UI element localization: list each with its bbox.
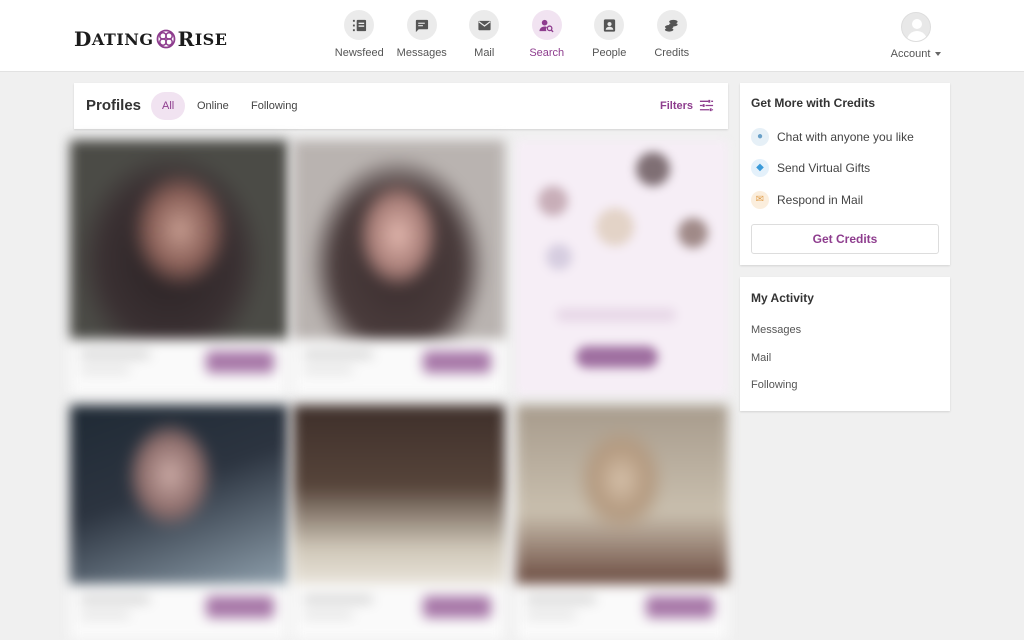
nav-label: Newsfeed [334,47,384,59]
filters-label: Filters [659,99,693,112]
activity-link-following[interactable]: Following [751,379,797,391]
activity-link-mail[interactable]: Mail [751,352,771,364]
coins-icon [656,10,687,40]
tab-online[interactable]: Online [186,92,240,120]
tab-all[interactable]: All [151,92,186,120]
filters-button[interactable]: Filters [660,98,714,113]
nav-label: Mail [474,47,495,59]
nav-label: Credits [654,47,690,59]
tab-following[interactable]: Following [240,92,308,120]
nav-people[interactable]: People [578,10,641,59]
page-title: Profiles [86,97,142,114]
profile-card[interactable] [516,405,728,640]
profile-grid [70,140,728,640]
nav-label: Messages [396,47,447,59]
profile-card[interactable] [293,140,505,395]
diamond-icon: ◆ [751,159,769,177]
activity-link-messages[interactable]: Messages [751,324,801,336]
account-menu[interactable]: Account [880,12,952,60]
credits-promo-card[interactable] [516,140,728,395]
get-credits-button[interactable]: Get Credits [751,224,939,254]
activity-panel: My Activity Messages Mail Following [740,277,950,411]
nav-label: Search [529,47,565,59]
profile-card[interactable] [293,405,505,640]
message-icon [406,10,437,40]
dating-rise-logo[interactable]: D ATING R ISE [74,26,227,52]
avatar [901,12,931,42]
mail-icon [469,10,500,40]
envelope-icon: ✉ [751,191,769,209]
contact-card-icon [594,10,625,40]
profile-card[interactable] [70,405,288,640]
feature-mail: ✉ Respond in Mail [751,191,863,209]
caret-down-icon [935,52,942,57]
nav-credits[interactable]: Credits [641,10,704,59]
nav-newsfeed[interactable]: Newsfeed [328,10,391,59]
account-label: Account [891,48,942,60]
profiles-toolbar: Profiles All Online Following Filters [74,83,728,129]
feature-chat: ● Chat with anyone you like [751,128,914,146]
feature-label: Respond in Mail [777,193,864,207]
chat-bubble-icon: ● [751,128,769,146]
top-navigation-bar: D ATING R ISE Newsfeed Messages Mail Sea… [0,0,1024,72]
main-nav: Newsfeed Messages Mail Search People Cre… [328,10,703,59]
nav-messages[interactable]: Messages [391,10,454,59]
feature-label: Chat with anyone you like [777,130,914,144]
logo-knot-icon [156,29,175,49]
newsfeed-icon [344,10,375,40]
nav-label: People [592,47,627,59]
credits-panel-title: Get More with Credits [751,96,876,110]
sliders-icon [699,99,714,112]
feature-gifts: ◆ Send Virtual Gifts [751,159,870,177]
nav-mail[interactable]: Mail [453,10,516,59]
nav-search[interactable]: Search [516,10,579,59]
search-person-icon [531,10,562,40]
credits-panel: Get More with Credits ● Chat with anyone… [740,83,950,265]
profile-card[interactable] [70,140,288,395]
activity-panel-title: My Activity [751,291,814,305]
feature-label: Send Virtual Gifts [777,161,871,175]
